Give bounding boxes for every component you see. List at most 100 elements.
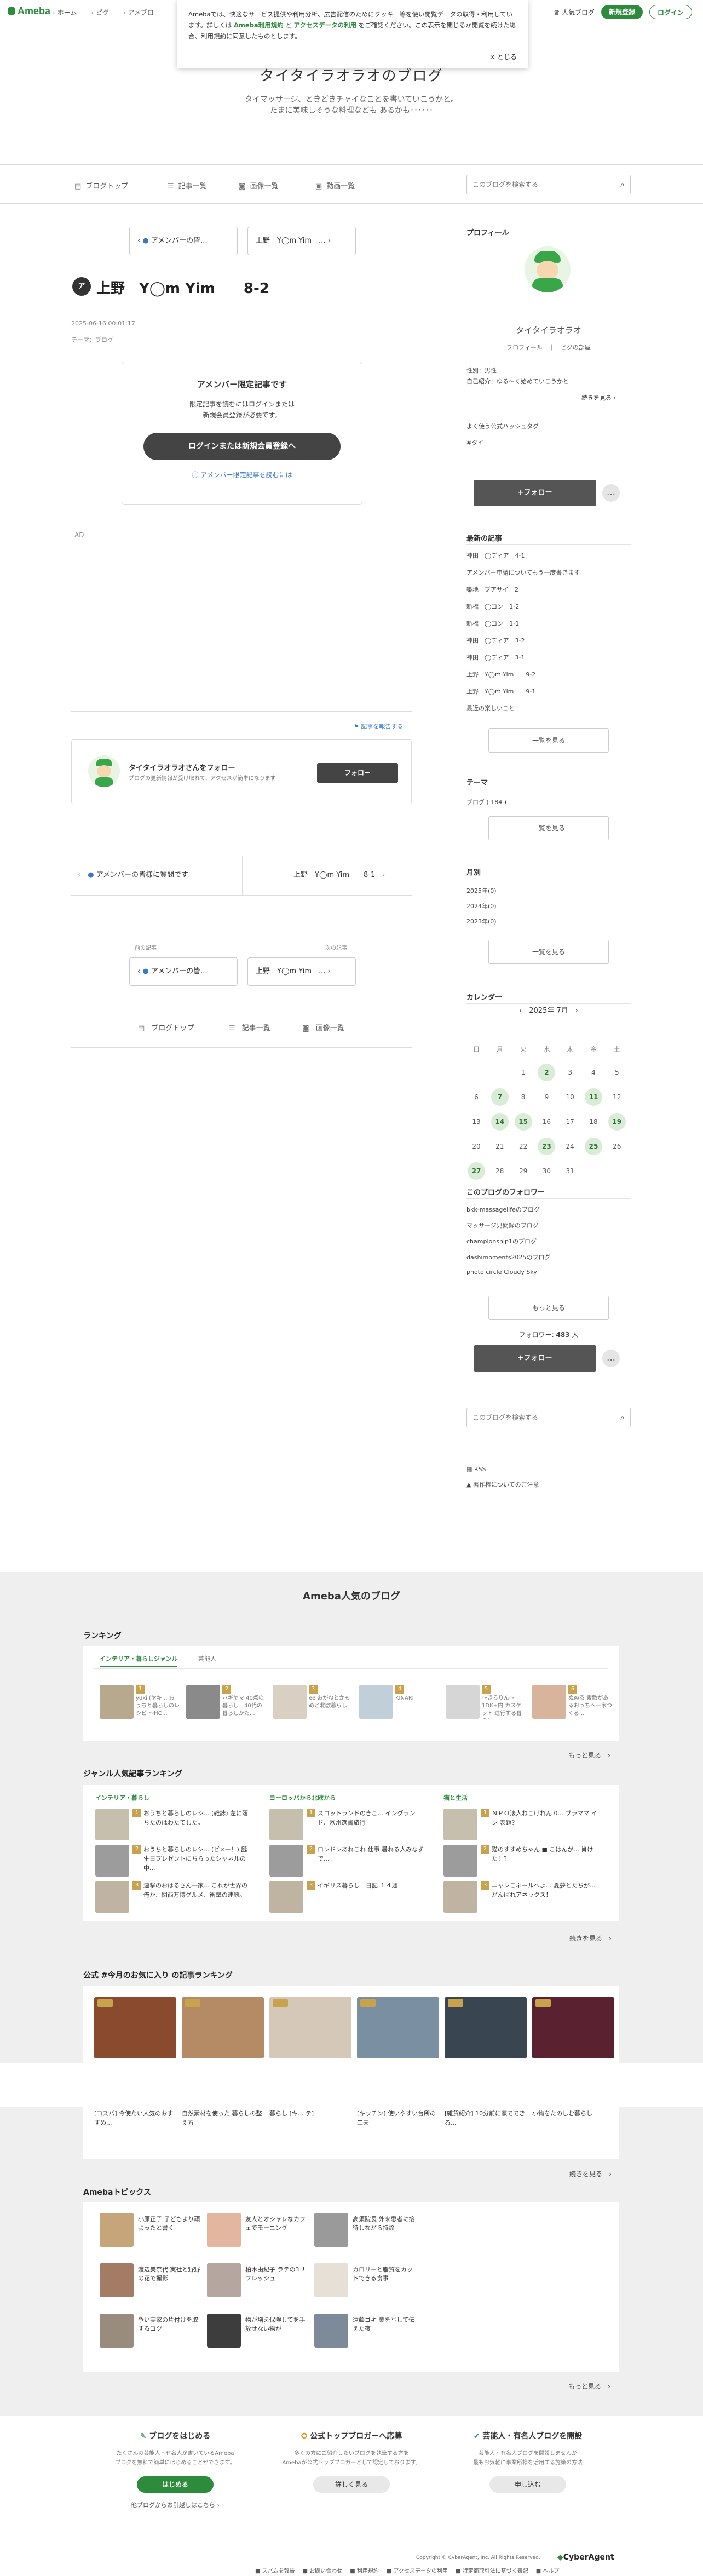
ranking-item[interactable]: 6 ぬぬる 素敵があるおうちへ一家つくる...	[532, 1685, 614, 1723]
official-article-title[interactable]: [コスパ] 今使たい人気のおすすめ...	[94, 2109, 176, 2131]
recent-article-item[interactable]: 神田 ◯ディア 3-2	[466, 636, 525, 645]
genre-article-text[interactable]: スコットランドのきこ... イングランド、欧州選書旅行	[318, 1809, 427, 1840]
follower-item[interactable]: championship1のブログ	[466, 1237, 537, 1246]
genre-article-text[interactable]: ロンドンあれこれ 仕事 暑れる人みなずで...	[318, 1845, 427, 1877]
genre-article-text[interactable]: イギリス暮らし 日記 １４週	[318, 1881, 427, 1913]
cookie-close-button[interactable]: × とじる	[489, 51, 517, 62]
calendar-day[interactable]: 14	[491, 1113, 509, 1131]
footer-link[interactable]: ■ 特定商取引法に基づく表記	[456, 2566, 528, 2574]
ranking-item[interactable]: 4 KINARI	[359, 1685, 441, 1723]
genre-thumbnail[interactable]	[269, 1809, 303, 1840]
genre-thumbnail[interactable]	[269, 1845, 303, 1877]
topic-thumbnail[interactable]	[314, 2213, 348, 2247]
top-blogger-button[interactable]: 詳しく見る	[313, 2476, 390, 2493]
bottom-nav-article-list[interactable]: ☰ 記事一覧	[229, 1022, 270, 1032]
official-article-title[interactable]: 小物をたのしむ暮らし	[532, 2109, 614, 2131]
follow-button[interactable]: フォロー	[317, 763, 398, 783]
howto-read-limited-link[interactable]: ⓘ アメンバー限定記事を読むには	[122, 470, 362, 479]
recent-article-item[interactable]: 神田 ◯ディア 4-1	[466, 551, 525, 560]
footer-link[interactable]: ■ アクセスデータの利用	[387, 2566, 448, 2574]
genre-continue-link[interactable]: 続きを見る ›	[569, 1934, 612, 1943]
topic-title[interactable]: カロリーと脂質をカットできる食事	[353, 2265, 417, 2296]
avatar[interactable]	[88, 755, 120, 787]
topic-title[interactable]: 渡辺美奈代 実社と野野の花で撮影	[138, 2265, 203, 2296]
recent-article-item[interactable]: アメンバー申請についてもう一度書きます	[466, 568, 580, 577]
topic-title[interactable]: 柏木由紀子 ラテの3リフレッシュ	[245, 2265, 310, 2296]
official-continue-link[interactable]: 続きを見る ›	[569, 2169, 612, 2178]
recent-article-item[interactable]: 新橋 ◯コン 1-1	[466, 619, 519, 628]
copyright-notice-link[interactable]: ▲ 著作権についてのご注意	[466, 1480, 539, 1489]
topic-title[interactable]: 小原正子 子どもより頑張ったと書く	[138, 2215, 203, 2246]
recent-article-item[interactable]: 新橋 ◯コン 1-2	[466, 602, 519, 611]
footer-link[interactable]: ■ お問い合わせ	[303, 2566, 343, 2574]
calendar-day[interactable]: 27	[468, 1162, 485, 1180]
recent-article-item[interactable]: 上野 Y◯m Yim 9-1	[466, 687, 535, 696]
topic-thumbnail[interactable]	[100, 2314, 134, 2348]
nav-video-list[interactable]: ▣ 動画一覧	[315, 180, 355, 191]
blog-search-input[interactable]	[467, 175, 604, 194]
recent-article-item[interactable]: 上野 Y◯m Yim 9-2	[466, 670, 535, 679]
migrate-link[interactable]: 他ブログからお引越しはこちら ›	[93, 2500, 257, 2509]
month-item[interactable]: 2025年(0)	[466, 886, 497, 895]
report-article-link[interactable]: ⚑ 記事を報告する	[354, 722, 403, 731]
footer-link[interactable]: ■ 利用規約	[350, 2566, 379, 2574]
ranking-item[interactable]: 5～きらりん～ 1DK+内 カスケット 進行する暮らし	[446, 1685, 528, 1723]
nav-blog-top[interactable]: ▤ ブログトップ	[74, 180, 128, 191]
start-blog-button[interactable]: はじめる	[137, 2476, 214, 2493]
next-article-button-bottom[interactable]: 上野 Y◯m Yim ... ›	[247, 957, 356, 986]
article-theme[interactable]: テーマ：ブログ	[71, 335, 113, 344]
calendar-day[interactable]: 23	[538, 1138, 556, 1155]
profile-avatar[interactable]	[525, 246, 571, 292]
topic-thumbnail[interactable]	[207, 2263, 241, 2297]
topic-thumbnail[interactable]	[314, 2314, 348, 2348]
recent-list-button[interactable]: 一覧を見る	[488, 728, 609, 753]
login-or-signup-button[interactable]: ログインまたは新規会員登録へ	[143, 433, 341, 460]
next-article-link[interactable]: 上野 Y◯m Yim 8-1 ›	[293, 869, 385, 879]
genre-thumbnail[interactable]	[269, 1881, 303, 1913]
topic-thumbnail[interactable]	[207, 2213, 241, 2247]
theme-list-button[interactable]: 一覧を見る	[488, 816, 609, 840]
ranking-item[interactable]: 3 ee おがねとかもめと北欧暮らし	[273, 1685, 355, 1723]
ranking-more-link[interactable]: もっと見る ›	[568, 1751, 610, 1760]
footer-link[interactable]: ■ ヘルプ	[536, 2566, 560, 2574]
signup-button[interactable]: 新規登録	[601, 5, 643, 19]
topics-more-link[interactable]: もっと見る ›	[568, 2382, 610, 2391]
topic-title[interactable]: 物が増え保険してを手放せない物が	[245, 2316, 310, 2346]
ranking-item[interactable]: 2 ハギヤマ 40点の暮らし 40代の暮らしかた...	[186, 1685, 268, 1723]
profile-link[interactable]: プロフィール	[506, 344, 543, 351]
calendar-day[interactable]: 2	[538, 1064, 556, 1081]
follower-item[interactable]: マッサージ見聞録のブログ	[466, 1221, 539, 1230]
recent-article-item[interactable]: 神田 ◯ディア 3-1	[466, 653, 525, 662]
rss-link[interactable]: ▦ RSS	[466, 1466, 486, 1473]
follower-item[interactable]: dashimoments2025のブログ	[466, 1253, 550, 1261]
theme-item[interactable]: ブログ ( 184 )	[466, 798, 506, 806]
terms-link[interactable]: Ameba利用規約	[234, 21, 284, 29]
login-button[interactable]: ログイン	[649, 5, 692, 19]
access-data-link[interactable]: アクセスデータの利用	[294, 21, 356, 29]
prev-article-button-bottom[interactable]: ‹ ● アメンバーの皆...	[129, 957, 238, 986]
ranking-item[interactable]: 1 yuki (ヤキ... おうちと暮らしのレシピ ～HO...	[100, 1685, 182, 1723]
calendar-day[interactable]: 25	[585, 1138, 602, 1155]
bottom-nav-image-list[interactable]: ◙ 画像一覧	[302, 1022, 344, 1032]
genre-thumbnail[interactable]	[443, 1809, 477, 1840]
nav-image-list[interactable]: ◙ 画像一覧	[239, 180, 279, 191]
bottom-nav-blog-top[interactable]: ▤ ブログトップ	[138, 1022, 194, 1032]
calendar-day[interactable]: 7	[491, 1088, 509, 1106]
calendar-day[interactable]: 15	[514, 1113, 532, 1131]
genre-thumbnail[interactable]	[443, 1845, 477, 1877]
genre-article-text[interactable]: ＮＰＯ法人ねこけれん 0... ブラママ イン 表題？	[492, 1809, 601, 1840]
nav-home[interactable]: ホーム	[53, 8, 77, 17]
more-options-icon[interactable]: …	[602, 484, 620, 502]
search-icon[interactable]: ⌕	[620, 1413, 625, 1422]
genre-thumbnail[interactable]	[443, 1881, 477, 1913]
nav-pigg[interactable]: ピグ	[91, 8, 109, 17]
topic-title[interactable]: 遠藤ゴキ 業を写して伝えた夜	[353, 2316, 417, 2346]
follower-item[interactable]: bkk-massagelifeのブログ	[466, 1205, 540, 1214]
more-options-icon[interactable]: …	[602, 1350, 620, 1367]
genre-article-text[interactable]: おうちと暮らしのレシ... (雑誌) 左に落ちたのはわたてした。	[143, 1809, 253, 1840]
nav-ameblo[interactable]: アメブロ	[123, 8, 154, 17]
topic-thumbnail[interactable]	[314, 2263, 348, 2297]
monthly-list-button[interactable]: 一覧を見る	[488, 940, 609, 964]
hashtag-item[interactable]: #タイ	[466, 438, 483, 447]
cyberagent-logo[interactable]: ◆CyberAgent	[557, 2553, 614, 2562]
